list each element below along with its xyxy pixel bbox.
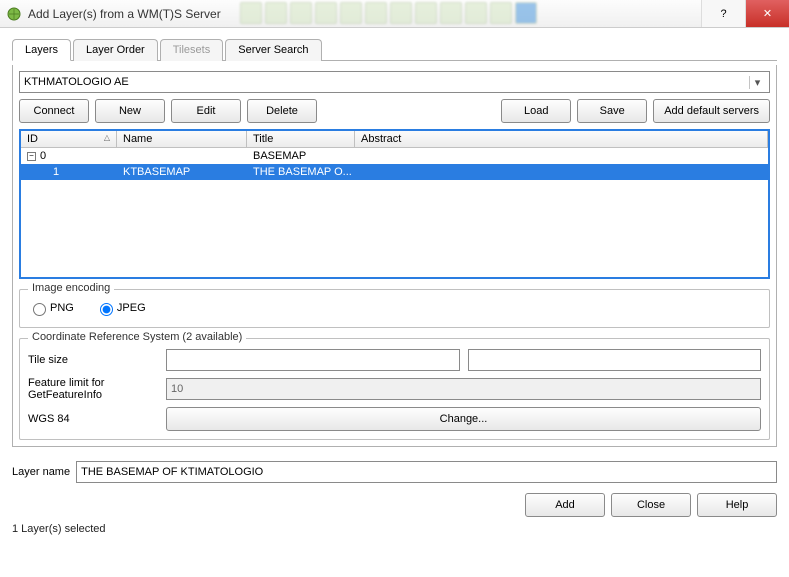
th-label: Title xyxy=(253,133,273,145)
save-button[interactable]: Save xyxy=(577,99,647,123)
connect-button[interactable]: Connect xyxy=(19,99,89,123)
layer-name-label: Layer name xyxy=(12,466,70,478)
encoding-jpeg-radio[interactable]: JPEG xyxy=(95,300,146,316)
tree-collapse-icon[interactable]: − xyxy=(27,152,36,161)
server-combo-value: KTHMATOLOGIO AE xyxy=(24,76,129,88)
add-default-servers-button[interactable]: Add default servers xyxy=(653,99,770,123)
feature-limit-input xyxy=(166,378,761,400)
tab-server-search[interactable]: Server Search xyxy=(225,39,321,61)
button-label: Connect xyxy=(34,105,75,117)
radio-input[interactable] xyxy=(33,303,46,316)
id-value: 1 xyxy=(53,166,59,178)
server-combo[interactable]: KTHMATOLOGIO AE ▾ xyxy=(19,71,770,93)
app-icon xyxy=(6,6,22,22)
cell-id: − 0 xyxy=(21,150,117,162)
crs-group: Coordinate Reference System (2 available… xyxy=(19,338,770,440)
tile-size-label: Tile size xyxy=(28,354,158,366)
cell-title: BASEMAP xyxy=(247,150,355,162)
add-button[interactable]: Add xyxy=(525,493,605,517)
encoding-png-radio[interactable]: PNG xyxy=(28,300,74,316)
table-header: ID △ Name Title Abstract xyxy=(21,131,768,148)
delete-button[interactable]: Delete xyxy=(247,99,317,123)
change-crs-button[interactable]: Change... xyxy=(166,407,761,431)
cell-id: 1 xyxy=(21,166,117,178)
chevron-down-icon: ▾ xyxy=(749,76,765,89)
button-label: Add default servers xyxy=(664,105,759,117)
button-label: Save xyxy=(600,105,625,117)
group-legend: Coordinate Reference System (2 available… xyxy=(28,331,246,343)
close-window-button[interactable]: ✕ xyxy=(745,0,789,27)
th-title[interactable]: Title xyxy=(247,131,355,147)
help-icon: ? xyxy=(720,8,726,20)
radio-label: JPEG xyxy=(117,302,146,314)
tab-label: Layer Order xyxy=(86,44,145,56)
crs-name-label: WGS 84 xyxy=(28,413,158,425)
button-label: Help xyxy=(726,499,749,511)
button-label: New xyxy=(119,105,141,117)
th-id[interactable]: ID △ xyxy=(21,131,117,147)
close-button[interactable]: Close xyxy=(611,493,691,517)
th-name[interactable]: Name xyxy=(117,131,247,147)
new-button[interactable]: New xyxy=(95,99,165,123)
image-encoding-group: Image encoding PNG JPEG xyxy=(19,289,770,328)
th-abstract[interactable]: Abstract xyxy=(355,131,768,147)
th-label: Abstract xyxy=(361,133,401,145)
cell-title: THE BASEMAP O... xyxy=(247,166,355,178)
help-titlebar-button[interactable]: ? xyxy=(701,0,745,27)
radio-label: PNG xyxy=(50,302,74,314)
cell-name: KTBASEMAP xyxy=(117,166,247,178)
th-label: ID xyxy=(27,133,38,145)
table-row[interactable]: 1 KTBASEMAP THE BASEMAP O... xyxy=(21,164,768,180)
feature-limit-label: Feature limit for GetFeatureInfo xyxy=(28,377,158,401)
button-label: Add xyxy=(555,499,575,511)
help-button[interactable]: Help xyxy=(697,493,777,517)
tile-size-input-2[interactable] xyxy=(468,349,762,371)
table-row[interactable]: − 0 BASEMAP xyxy=(21,148,768,164)
tab-label: Tilesets xyxy=(173,44,211,56)
tabstrip: Layers Layer Order Tilesets Server Searc… xyxy=(12,38,777,61)
load-button[interactable]: Load xyxy=(501,99,571,123)
th-label: Name xyxy=(123,133,152,145)
status-text: 1 Layer(s) selected xyxy=(12,523,777,535)
edit-button[interactable]: Edit xyxy=(171,99,241,123)
tab-label: Layers xyxy=(25,44,58,56)
tile-size-input-1[interactable] xyxy=(166,349,460,371)
layer-name-input[interactable] xyxy=(76,461,777,483)
sort-asc-icon: △ xyxy=(104,133,110,145)
tab-panel-layers: KTHMATOLOGIO AE ▾ Connect New Edit Delet… xyxy=(12,65,777,447)
button-label: Change... xyxy=(440,413,488,425)
radio-input[interactable] xyxy=(100,303,113,316)
button-label: Edit xyxy=(197,105,216,117)
tab-layer-order[interactable]: Layer Order xyxy=(73,39,158,61)
close-icon: ✕ xyxy=(763,7,772,20)
group-legend: Image encoding xyxy=(28,282,114,294)
button-label: Close xyxy=(637,499,665,511)
tab-tilesets: Tilesets xyxy=(160,39,224,61)
id-value: 0 xyxy=(40,150,46,162)
button-label: Delete xyxy=(266,105,298,117)
tab-layers[interactable]: Layers xyxy=(12,39,71,61)
button-label: Load xyxy=(524,105,548,117)
layers-table[interactable]: ID △ Name Title Abstract − 0 BASEMAP 1 xyxy=(19,129,770,279)
tab-label: Server Search xyxy=(238,44,308,56)
